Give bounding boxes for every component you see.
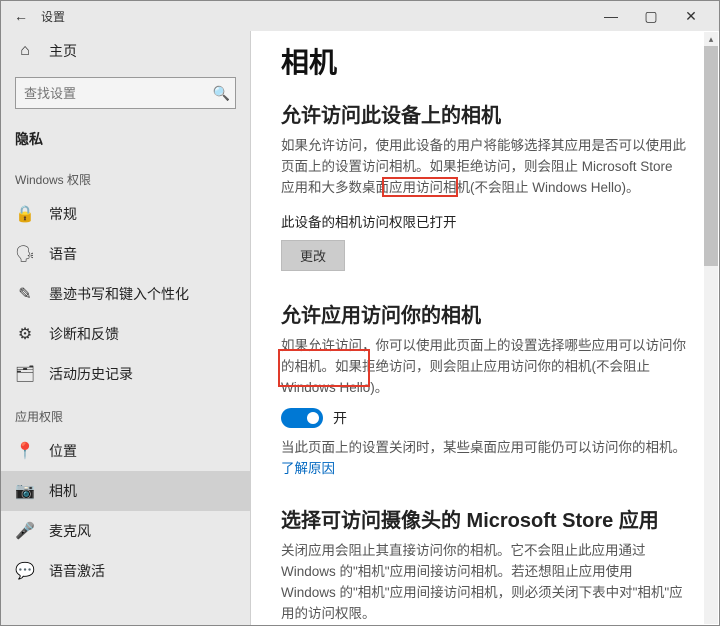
sidebar-label: 位置 — [49, 441, 77, 461]
nav-icon: ✎ — [15, 284, 35, 304]
home-icon: ⌂ — [15, 42, 35, 60]
section-title: 选择可访问摄像头的 Microsoft Store 应用 — [281, 504, 689, 533]
sidebar-label: 麦克风 — [49, 521, 91, 541]
section-title: 允许访问此设备上的相机 — [281, 99, 689, 128]
sidebar-home[interactable]: ⌂ 主页 — [1, 31, 250, 71]
section-desc: 如果允许访问，你可以使用此页面上的设置选择哪些应用可以访问你的相机。如果拒绝访问… — [281, 336, 689, 399]
camera-access-status: 此设备的相机访问权限已打开 — [281, 213, 689, 234]
sidebar-label: 相机 — [49, 481, 77, 501]
toggle-label: 开 — [333, 408, 347, 428]
group-label-apps: 应用权限 — [1, 394, 250, 431]
sidebar-label: 常规 — [49, 204, 77, 224]
sidebar-item[interactable]: 🗣 语音 — [1, 234, 250, 274]
search-input[interactable] — [16, 82, 208, 105]
scroll-thumb[interactable] — [704, 46, 718, 266]
sidebar-label: 墨迹书写和键入个性化 — [49, 284, 189, 304]
category-title: 隐私 — [1, 121, 250, 157]
nav-icon: ⚙ — [15, 324, 35, 344]
sidebar-item[interactable]: 🎤 麦克风 — [1, 511, 250, 551]
nav-icon: 🔒 — [15, 204, 35, 224]
nav-icon: 📷 — [15, 481, 35, 501]
change-button[interactable]: 更改 — [281, 240, 345, 271]
sidebar-label: 主页 — [49, 41, 77, 61]
section-desc: 如果允许访问，使用此设备的用户将能够选择其应用是否可以使用此页面上的设置访问相机… — [281, 136, 689, 199]
titlebar: ← 设置 — ▢ ✕ — [1, 1, 719, 31]
search-box[interactable]: 🔍 — [15, 77, 236, 109]
scroll-up-icon[interactable]: ▴ — [704, 32, 718, 46]
sidebar: ⌂ 主页 🔍 隐私 Windows 权限 🔒 常规 🗣 语音 ✎ 墨迹书写和键入个性化 ⚙ 诊… — [1, 31, 251, 625]
nav-icon: 💬 — [15, 561, 35, 581]
sidebar-item[interactable]: 🔒 常规 — [1, 194, 250, 234]
nav-icon: 🎤 — [15, 521, 35, 541]
window-title: 设置 — [41, 8, 65, 25]
section-desc: 关闭应用会阻止其直接访问你的相机。它不会阻止此应用通过 Windows 的"相机… — [281, 541, 689, 625]
sidebar-label: 语音 — [49, 244, 77, 264]
sidebar-item[interactable]: 💬 语音激活 — [1, 551, 250, 591]
section-note: 当此页面上的设置关闭时，某些桌面应用可能仍可以访问你的相机。 了解原因 — [281, 438, 689, 480]
sidebar-item[interactable]: 📍 位置 — [1, 431, 250, 471]
group-label-windows: Windows 权限 — [1, 157, 250, 194]
sidebar-item[interactable]: ✎ 墨迹书写和键入个性化 — [1, 274, 250, 314]
learn-why-link[interactable]: 了解原因 — [281, 461, 335, 476]
sidebar-item[interactable]: 🗂 活动历史记录 — [1, 354, 250, 394]
minimize-button[interactable]: — — [591, 8, 631, 24]
sidebar-label: 活动历史记录 — [49, 364, 133, 384]
scrollbar[interactable]: ▴ — [704, 32, 718, 624]
settings-window: ← 设置 — ▢ ✕ ⌂ 主页 🔍 隐私 Windows 权限 🔒 常规 🗣 语音 ✎ 墨… — [0, 0, 720, 626]
sidebar-label: 诊断和反馈 — [49, 324, 119, 344]
search-icon: 🔍 — [208, 85, 235, 102]
content-pane: 相机 允许访问此设备上的相机 如果允许访问，使用此设备的用户将能够选择其应用是否… — [251, 31, 719, 625]
nav-icon: 🗣 — [15, 244, 35, 264]
sidebar-item[interactable]: 📷 相机 — [1, 471, 250, 511]
section-title: 允许应用访问你的相机 — [281, 299, 689, 328]
sidebar-item[interactable]: ⚙ 诊断和反馈 — [1, 314, 250, 354]
nav-icon: 🗂 — [15, 364, 35, 384]
back-button[interactable]: ← — [9, 8, 33, 24]
nav-icon: 📍 — [15, 441, 35, 461]
maximize-button[interactable]: ▢ — [631, 8, 671, 25]
page-heading: 相机 — [281, 41, 689, 81]
close-button[interactable]: ✕ — [671, 8, 711, 25]
allow-apps-toggle[interactable]: 开 — [281, 408, 689, 428]
sidebar-label: 语音激活 — [49, 561, 105, 581]
